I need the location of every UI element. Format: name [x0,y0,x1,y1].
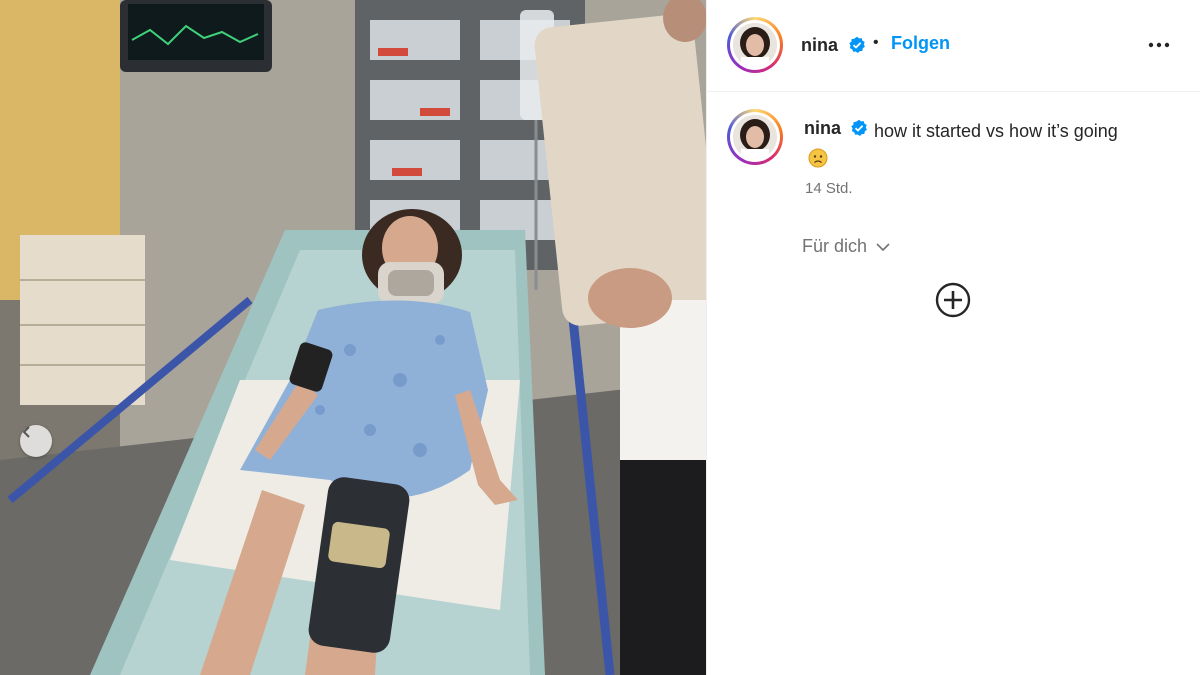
for-you-dropdown[interactable]: Für dich [802,236,891,257]
separator-dot: • [873,34,879,51]
plus-circle-icon[interactable] [935,282,971,318]
post-photo[interactable] [0,0,706,675]
post-header: nina • Folgen [707,0,1200,92]
avatar-image [733,23,777,67]
carousel-prev-button[interactable] [20,425,52,457]
verified-badge-icon [849,36,865,53]
more-options-icon[interactable] [1145,33,1173,57]
post-author-username[interactable]: nina [801,35,838,56]
post-sidebar: nina • Folgen nina how it started vs how… [706,0,1200,675]
follow-button[interactable]: Folgen [891,33,950,54]
for-you-label: Für dich [802,236,868,256]
avatar-image [733,115,777,159]
worried-face-icon [808,148,828,168]
avatar[interactable] [727,17,783,73]
chevron-left-icon [22,426,30,438]
chevron-down-icon [876,242,890,251]
post-timestamp: 14 Std. [805,180,853,197]
caption-text: how it started vs how it’s going [804,118,1134,172]
caption-avatar[interactable] [727,109,783,165]
photo-illustration [0,0,706,675]
caption-body: how it started vs how it’s going [874,121,1118,141]
